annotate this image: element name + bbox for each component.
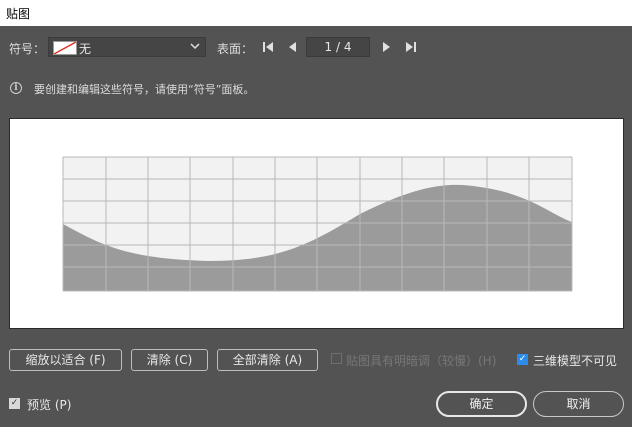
texture-preview[interactable] — [9, 118, 624, 329]
symbol-selected-value: 无 — [79, 42, 92, 56]
fit-to-size-button[interactable]: 缩放以适合 (F) — [9, 349, 122, 371]
cancel-button[interactable]: 取消 — [533, 391, 624, 417]
preview-checkbox[interactable]: ✓ — [9, 398, 20, 409]
previous-page-icon[interactable] — [287, 41, 299, 53]
invisible-geometry-label: 三维模型不可见 — [533, 354, 618, 368]
info-message: 要创建和编辑这些符号，请使用“符号”面板。 — [34, 83, 255, 96]
last-page-icon[interactable] — [405, 41, 417, 53]
preview-label: 预览 (P) — [27, 398, 72, 412]
shade-artwork-label: 贴图具有明暗调（较慢）(H) — [346, 354, 497, 368]
title-bar: 贴图 — [0, 0, 632, 26]
next-page-icon[interactable] — [380, 41, 392, 53]
symbol-dropdown[interactable]: 无 — [48, 37, 206, 57]
surface-map-graphic — [62, 156, 573, 292]
ok-button[interactable]: 确定 — [436, 391, 527, 417]
info-icon: i — [10, 82, 22, 94]
first-page-icon[interactable] — [262, 41, 274, 53]
symbol-label: 符号： — [9, 42, 46, 56]
surface-label: 表面： — [217, 42, 254, 56]
shade-artwork-checkbox[interactable] — [331, 353, 342, 364]
invisible-geometry-checkbox[interactable]: ✓ — [517, 354, 528, 365]
clear-button[interactable]: 清除 (C) — [131, 349, 208, 371]
page-indicator[interactable]: 1 / 4 — [306, 37, 370, 57]
chevron-down-icon — [190, 43, 200, 50]
none-swatch-icon — [53, 41, 77, 55]
symbol-surface-row: 符号： 无 表面： 1 / 4 — [0, 36, 632, 60]
clear-all-button[interactable]: 全部清除 (A) — [217, 349, 318, 371]
window-title: 贴图 — [6, 7, 31, 21]
